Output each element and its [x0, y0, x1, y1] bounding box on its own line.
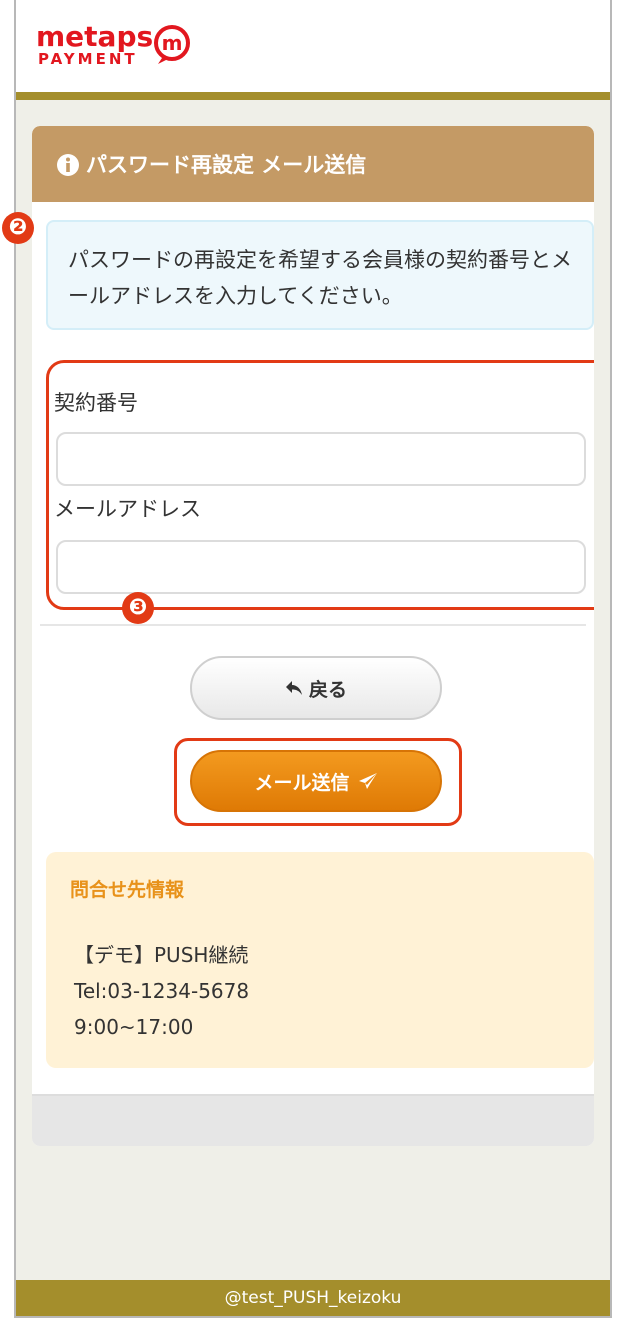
paper-plane-icon	[358, 773, 377, 789]
info-circle-icon	[57, 154, 79, 176]
svg-text:m: m	[162, 31, 183, 55]
send-button-label: メール送信	[254, 772, 350, 794]
password-reset-panel: パスワード再設定 メール送信 パスワードの再設定を希望する会員様の契約番号とメー…	[32, 126, 594, 1146]
contact-hours: 9:00~17:00	[74, 1015, 194, 1039]
panel-footer	[32, 1094, 594, 1146]
divider	[40, 624, 586, 626]
instruction-text: パスワードの再設定を希望する会員様の契約番号とメールアドレスを入力してください。	[68, 248, 572, 308]
contact-title: 問合せ先情報	[70, 879, 185, 901]
back-button[interactable]: 戻る	[190, 656, 442, 720]
contact-info-box: 問合せ先情報 【デモ】PUSH継続 Tel:03-1234-5678 9:00~…	[46, 852, 594, 1068]
site-header: metaps PAYMENT m	[16, 0, 610, 100]
logo-text: metaps	[36, 20, 154, 53]
site-footer: @test_PUSH_keizoku	[16, 1280, 610, 1316]
email-input[interactable]	[56, 540, 586, 594]
send-email-button[interactable]: メール送信	[190, 750, 442, 812]
reply-arrow-icon	[285, 681, 302, 695]
annotation-badge-2: ❷	[2, 212, 34, 244]
instruction-box: パスワードの再設定を希望する会員様の契約番号とメールアドレスを入力してください。	[46, 220, 594, 330]
contact-company: 【デモ】PUSH継続	[74, 943, 249, 967]
contract-number-label: 契約番号	[54, 391, 138, 415]
back-button-label: 戻る	[308, 679, 347, 701]
logo-m-icon: m	[154, 25, 190, 64]
panel-header: パスワード再設定 メール送信	[32, 126, 594, 202]
email-label: メールアドレス	[54, 497, 201, 521]
contact-phone: Tel:03-1234-5678	[74, 979, 250, 1003]
metaps-payment-logo[interactable]: metaps PAYMENT m	[36, 22, 196, 78]
panel-title: パスワード再設定 メール送信	[86, 153, 367, 177]
logo-subtext: PAYMENT	[38, 50, 138, 68]
page-frame: metaps PAYMENT m パスワード再設定 メール送信 パスワードの再設…	[14, 0, 612, 1318]
contract-number-input[interactable]	[56, 432, 586, 486]
annotation-badge-3: ❸	[122, 592, 154, 624]
